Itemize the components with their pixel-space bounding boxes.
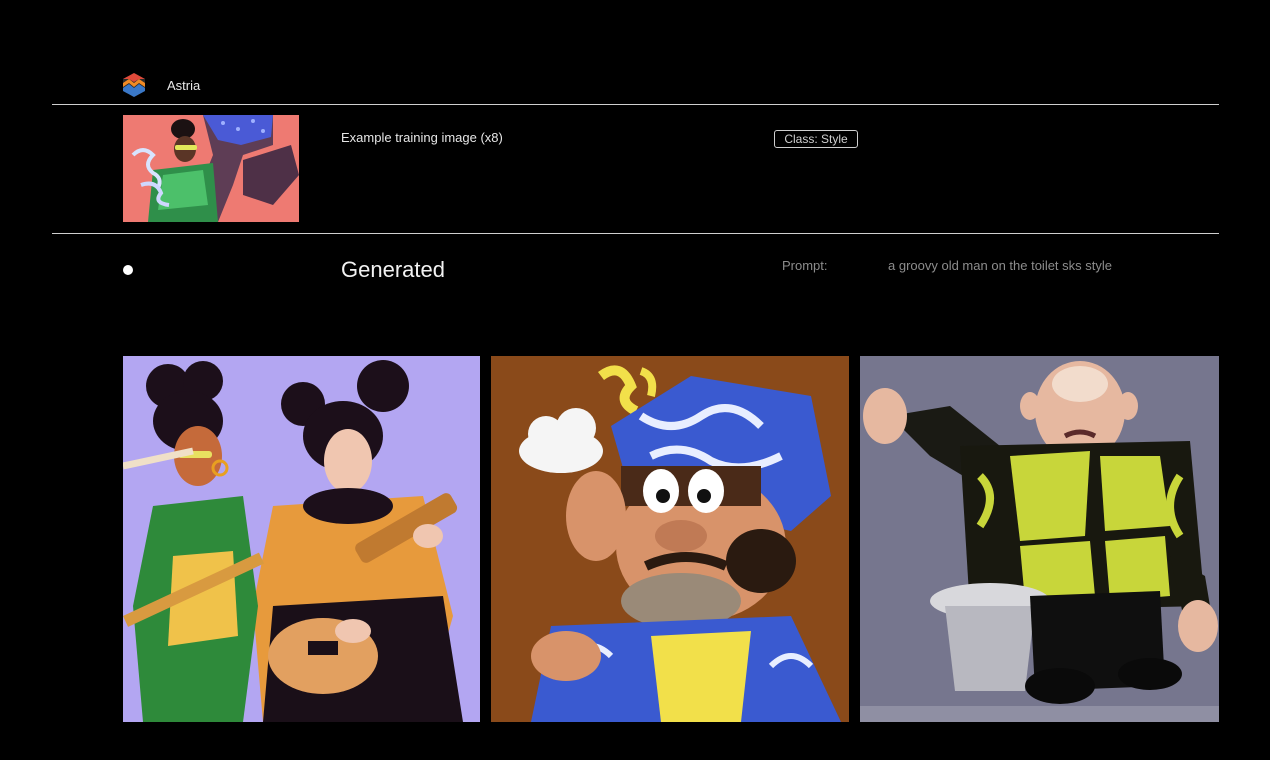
prompt-text: a groovy old man on the toilet sks style (888, 258, 1113, 273)
generated-heading: Generated (341, 257, 445, 282)
divider-middle (52, 233, 1219, 234)
generated-image-musicians[interactable] (123, 356, 480, 722)
generated-image-cartoon-man[interactable] (491, 356, 849, 722)
bullet-dot (123, 265, 133, 275)
class-badge[interactable]: Class: Style (774, 130, 858, 148)
divider-top (52, 104, 1219, 105)
header: Astria (120, 70, 200, 100)
brand-name[interactable]: Astria (167, 78, 200, 93)
astria-logo-icon[interactable] (120, 71, 148, 99)
training-image (123, 115, 299, 222)
generated-image-man-on-toilet[interactable] (860, 356, 1219, 722)
prompt-label: Prompt: (782, 258, 828, 273)
training-image-label: Example training image (x8) (341, 130, 503, 145)
